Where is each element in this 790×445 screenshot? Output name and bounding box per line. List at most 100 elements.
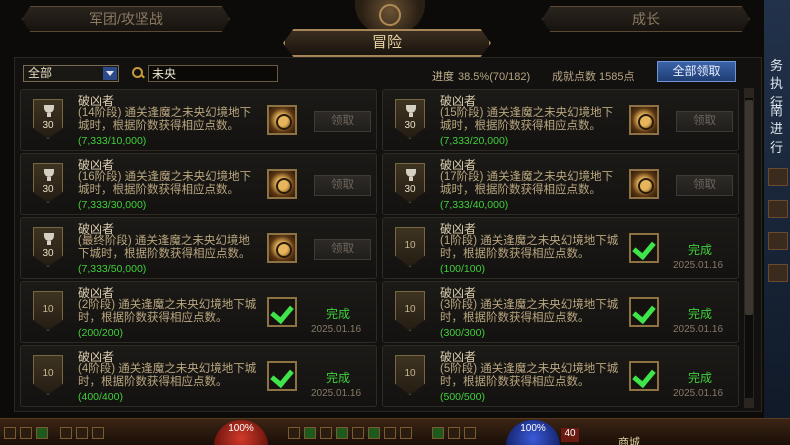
completed-date: 2025.01.16 — [673, 388, 724, 399]
progress-label: 进度 — [432, 71, 454, 83]
claim-button[interactable]: 领取 — [676, 111, 733, 132]
trophy-badge-icon: 10 — [395, 291, 425, 331]
trophy-badge-icon: 10 — [33, 355, 63, 395]
badge-points: 10 — [42, 368, 54, 379]
progress-value: 38.5%(70/182) — [458, 71, 531, 83]
checkmark-icon — [629, 297, 659, 327]
hotbar-slot[interactable] — [336, 427, 348, 439]
hotbar-slot[interactable] — [448, 427, 460, 439]
hotbar-slot[interactable] — [4, 427, 16, 439]
achievement-card: 10 破凶者 (1阶段) 通关逢魔之未央幻境地下城时，根据阶数获得相应点数。 (100… — [382, 217, 739, 279]
badge-points: 30 — [42, 184, 54, 195]
achievement-desc: (3阶段) 通关逢魔之未央幻境地下城时，根据阶数获得相应点数。 — [440, 299, 619, 324]
trophy-badge-icon: 10 — [395, 355, 425, 395]
achievement-card: 10 破凶者 (2阶段) 通关逢魔之未央幻境地下城时，根据阶数获得相应点数。 (200… — [20, 281, 377, 343]
achievement-card: 30 破凶者 (15阶段) 通关逢魔之未央幻境地下城时，根据阶数获得相应点数。 (7,… — [382, 89, 739, 151]
badge-points: 30 — [42, 248, 54, 259]
achievement-progress: (200/200) — [78, 327, 123, 339]
trophy-icon — [44, 169, 54, 181]
achievement-progress: (7,333/50,000) — [78, 263, 147, 275]
reward-icon[interactable] — [267, 169, 297, 199]
category-select[interactable]: 全部 — [23, 65, 119, 82]
badge-points: 10 — [404, 368, 416, 379]
achievement-progress: (100/100) — [440, 263, 485, 275]
trophy-icon — [44, 105, 54, 117]
checkmark-icon — [267, 297, 297, 327]
claim-button[interactable]: 领取 — [676, 175, 733, 196]
hotbar-slot[interactable] — [288, 427, 300, 439]
completed-label: 完成 — [326, 307, 351, 321]
badge-points: 30 — [42, 120, 54, 131]
claim-all-button[interactable]: 全部领取 — [657, 61, 736, 82]
level-badge: 40 — [561, 428, 579, 442]
tab-growth[interactable]: 成长 — [542, 6, 750, 32]
reward-icon[interactable] — [267, 105, 297, 135]
reward-icon[interactable] — [629, 105, 659, 135]
achievement-desc: (15阶段) 通关逢魔之未央幻境地下城时，根据阶数获得相应点数。 — [440, 107, 614, 132]
tab-adventure[interactable]: 冒险 — [283, 29, 491, 57]
hotbar-slot[interactable] — [92, 427, 104, 439]
completed-label: 完成 — [326, 371, 351, 385]
side-tile-icon[interactable] — [768, 264, 788, 282]
checkmark-icon — [629, 361, 659, 391]
trophy-icon — [406, 105, 416, 117]
search-input[interactable] — [148, 65, 278, 82]
achievement-desc: (1阶段) 通关逢魔之未央幻境地下城时，根据阶数获得相应点数。 — [440, 235, 619, 260]
badge-points: 10 — [42, 304, 54, 315]
hotbar-slot[interactable] — [352, 427, 364, 439]
completed-date: 2025.01.16 — [673, 324, 724, 335]
scrollbar-thumb[interactable] — [745, 100, 753, 315]
checkmark-icon — [267, 361, 297, 391]
hotbar-slot[interactable] — [464, 427, 476, 439]
badge-points: 30 — [404, 120, 416, 131]
checkmark-icon — [629, 233, 659, 263]
category-select-value: 全部 — [28, 66, 53, 80]
claim-button[interactable]: 领取 — [314, 111, 371, 132]
tab-legion[interactable]: 军团/攻坚战 — [22, 6, 230, 32]
trophy-icon — [44, 233, 54, 245]
adventure-emblem-icon — [355, 0, 425, 34]
hotbar-slot[interactable] — [60, 427, 72, 439]
side-text: 进行 — [770, 121, 784, 155]
chevron-down-icon[interactable] — [103, 67, 117, 80]
side-text: 南 — [770, 103, 784, 118]
scroll-down-button[interactable] — [744, 398, 754, 408]
scroll-up-button[interactable] — [744, 88, 754, 98]
hotbar-slot[interactable] — [320, 427, 332, 439]
shop-button[interactable]: 商城 — [618, 434, 640, 445]
hotbar-slot[interactable] — [368, 427, 380, 439]
achievement-progress: (7,333/10,000) — [78, 135, 147, 147]
badge-points: 30 — [404, 184, 416, 195]
hotbar-slot[interactable] — [400, 427, 412, 439]
claim-button[interactable]: 领取 — [314, 175, 371, 196]
achievement-desc: (最终阶段) 通关逢魔之未央幻境地下城时，根据阶数获得相应点数。 — [78, 235, 251, 260]
hotbar-slot[interactable] — [304, 427, 316, 439]
claim-button[interactable]: 领取 — [314, 239, 371, 260]
achievement-progress: (7,333/40,000) — [440, 199, 509, 211]
completed-label: 完成 — [688, 243, 713, 257]
hotbar-slot[interactable] — [36, 427, 48, 439]
achievement-desc: (5阶段) 通关逢魔之未央幻境地下城时，根据阶数获得相应点数。 — [440, 363, 619, 388]
side-tile-icon[interactable] — [768, 200, 788, 218]
trophy-badge-icon: 10 — [395, 227, 425, 267]
search-icon — [132, 67, 144, 79]
achievement-card: 30 破凶者 (16阶段) 通关逢魔之未央幻境地下城时，根据阶数获得相应点数。 (7,… — [20, 153, 377, 215]
trophy-badge-icon: 30 — [33, 227, 63, 267]
achievement-desc: (4阶段) 通关逢魔之未央幻境地下城时，根据阶数获得相应点数。 — [78, 363, 257, 388]
hotbar-slot[interactable] — [20, 427, 32, 439]
side-quest-strip: 务 执行 南 进行 — [764, 0, 790, 445]
trophy-badge-icon: 10 — [33, 291, 63, 331]
trophy-badge-icon: 30 — [33, 99, 63, 139]
side-tile-icon[interactable] — [768, 232, 788, 250]
trophy-badge-icon: 30 — [395, 163, 425, 203]
side-tile-icon[interactable] — [768, 168, 788, 186]
hotbar-slot[interactable] — [432, 427, 444, 439]
achievement-progress: (400/400) — [78, 391, 123, 403]
reward-icon[interactable] — [267, 233, 297, 263]
completed-label: 完成 — [688, 371, 713, 385]
reward-icon[interactable] — [629, 169, 659, 199]
achievement-desc: (17阶段) 通关逢魔之未央幻境地下城时，根据阶数获得相应点数。 — [440, 171, 614, 196]
achievement-desc: (14阶段) 通关逢魔之未央幻境地下城时，根据阶数获得相应点数。 — [78, 107, 252, 132]
hotbar-slot[interactable] — [384, 427, 396, 439]
hotbar-slot[interactable] — [76, 427, 88, 439]
